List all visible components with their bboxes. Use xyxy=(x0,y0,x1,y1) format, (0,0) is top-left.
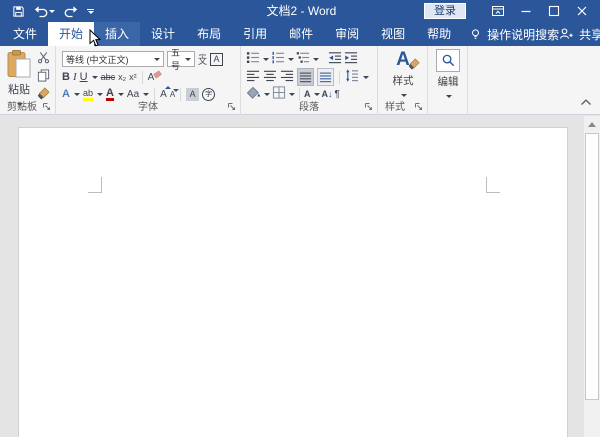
tab-file[interactable]: 文件 xyxy=(2,22,48,46)
redo-icon[interactable] xyxy=(64,4,78,18)
customize-qat-icon[interactable] xyxy=(87,8,94,14)
minimize-icon[interactable] xyxy=(512,0,540,22)
close-icon[interactable] xyxy=(568,0,596,22)
asian-layout-caret[interactable] xyxy=(313,92,320,96)
cut-icon[interactable] xyxy=(37,51,50,67)
window-controls xyxy=(484,0,596,22)
paste-clipboard-icon xyxy=(7,69,31,81)
subscript-button[interactable]: x₂ xyxy=(118,72,126,82)
increase-indent-icon[interactable] xyxy=(344,50,358,68)
multilevel-list-icon[interactable] xyxy=(296,50,310,68)
document-area[interactable] xyxy=(0,116,583,437)
align-left-icon[interactable] xyxy=(246,68,260,86)
styles-dialog-launcher-icon[interactable] xyxy=(414,102,424,112)
editing-caret[interactable] xyxy=(445,95,452,98)
multilevel-caret[interactable] xyxy=(313,57,319,61)
shading-caret[interactable] xyxy=(264,92,270,96)
tab-layout[interactable]: 布局 xyxy=(186,22,232,46)
align-right-icon[interactable] xyxy=(280,68,294,86)
word-window: 文档2 - Word 登录 文件 开始 插入 设计 布局 引用 邮件 审阅 视图… xyxy=(0,0,600,437)
editing-group: 编辑 xyxy=(428,46,468,115)
styles-button[interactable]: A 样式 xyxy=(385,49,421,100)
underline-caret[interactable] xyxy=(91,75,98,79)
sign-in-button[interactable]: 登录 xyxy=(424,3,466,19)
numbering-caret[interactable] xyxy=(288,57,294,61)
maximize-icon[interactable] xyxy=(540,0,568,22)
line-spacing-caret[interactable] xyxy=(363,75,369,79)
editing-button-label: 编辑 xyxy=(437,76,459,88)
vertical-scrollbar[interactable] xyxy=(583,116,600,437)
styles-button-label: 样式 xyxy=(392,75,414,87)
collapse-ribbon-icon[interactable] xyxy=(580,97,592,109)
numbering-icon[interactable] xyxy=(271,50,285,68)
font-size-value: 五号 xyxy=(171,48,181,71)
window-title: 文档2 - Word xyxy=(266,4,337,18)
bold-button[interactable]: B xyxy=(62,70,70,84)
lightbulb-icon xyxy=(469,28,482,41)
tell-me-search[interactable]: 操作说明搜索 xyxy=(469,22,559,46)
borders-caret[interactable] xyxy=(289,92,295,96)
save-icon[interactable] xyxy=(12,5,25,18)
distributed-icon[interactable] xyxy=(317,68,334,86)
tab-help[interactable]: 帮助 xyxy=(416,22,462,46)
ribbon: 粘贴 剪贴板 等线 (中文正文) 五号 wén 文 A B I U abc x₂… xyxy=(0,46,600,115)
superscript-button[interactable]: x² xyxy=(129,72,137,82)
clipboard-dialog-launcher-icon[interactable] xyxy=(42,102,52,112)
line-spacing-icon[interactable] xyxy=(345,68,359,86)
font-group: 等线 (中文正文) 五号 wén 文 A B I U abc x₂ x² A A… xyxy=(56,46,241,115)
font-color-caret[interactable] xyxy=(117,92,124,96)
paragraph-group: A A↓ ¶ 段落 xyxy=(241,46,378,115)
margin-crop-mark-right xyxy=(486,177,500,193)
justify-icon[interactable] xyxy=(297,68,314,86)
italic-button[interactable]: I xyxy=(73,70,77,84)
text-effects-caret[interactable] xyxy=(73,92,80,96)
share-person-icon xyxy=(559,27,574,41)
paragraph-group-label: 段落 xyxy=(299,102,319,113)
tell-me-label: 操作说明搜索 xyxy=(487,27,560,42)
character-border-icon[interactable]: A xyxy=(210,52,224,66)
underline-button[interactable]: U xyxy=(80,70,88,84)
bullets-caret[interactable] xyxy=(263,57,269,61)
styles-group: A 样式 样式 xyxy=(378,46,428,115)
margin-crop-mark-left xyxy=(88,177,102,193)
styles-caret[interactable] xyxy=(400,94,407,97)
font-name-select[interactable]: 等线 (中文正文) xyxy=(62,51,164,67)
share-button[interactable]: 共享 xyxy=(559,22,600,46)
bullets-icon[interactable] xyxy=(246,50,260,68)
share-label: 共享 xyxy=(579,27,600,42)
strikethrough-button[interactable]: abc xyxy=(101,72,116,82)
find-magnifier-icon xyxy=(436,49,460,72)
font-dialog-launcher-icon[interactable] xyxy=(227,102,237,112)
mouse-cursor-icon xyxy=(89,29,101,53)
tab-home[interactable]: 开始 xyxy=(48,22,95,46)
document-page[interactable] xyxy=(18,127,568,437)
scroll-up-icon[interactable] xyxy=(584,116,600,132)
font-size-select[interactable]: 五号 xyxy=(167,48,195,71)
title-bar: 文档2 - Word 登录 xyxy=(0,0,600,22)
decrease-indent-icon[interactable] xyxy=(328,50,342,68)
tab-view[interactable]: 视图 xyxy=(370,22,416,46)
clipboard-group: 粘贴 剪贴板 xyxy=(0,46,56,115)
tab-design[interactable]: 设计 xyxy=(140,22,186,46)
undo-icon[interactable] xyxy=(34,4,55,18)
styles-brush-icon: A xyxy=(385,49,421,73)
font-name-value: 等线 (中文正文) xyxy=(66,54,129,65)
phonetic-guide-icon[interactable]: wén 文 xyxy=(198,52,207,66)
tab-references[interactable]: 引用 xyxy=(232,22,278,46)
scrollbar-thumb[interactable] xyxy=(585,133,599,400)
quick-access-toolbar xyxy=(12,0,94,22)
ribbon-display-options-icon[interactable] xyxy=(484,0,512,22)
align-center-icon[interactable] xyxy=(263,68,277,86)
font-group-label: 字体 xyxy=(138,102,158,113)
highlight-caret[interactable] xyxy=(96,92,103,96)
tab-mailings[interactable]: 邮件 xyxy=(278,22,324,46)
tab-review[interactable]: 审阅 xyxy=(324,22,370,46)
paragraph-dialog-launcher-icon[interactable] xyxy=(364,102,374,112)
editing-button[interactable]: 编辑 xyxy=(433,49,463,101)
paste-label: 粘贴 xyxy=(8,84,30,96)
clipboard-mini-buttons xyxy=(37,51,50,103)
change-case-caret[interactable] xyxy=(143,92,150,96)
clear-formatting-icon[interactable]: A xyxy=(148,69,163,83)
copy-icon[interactable] xyxy=(37,69,50,85)
